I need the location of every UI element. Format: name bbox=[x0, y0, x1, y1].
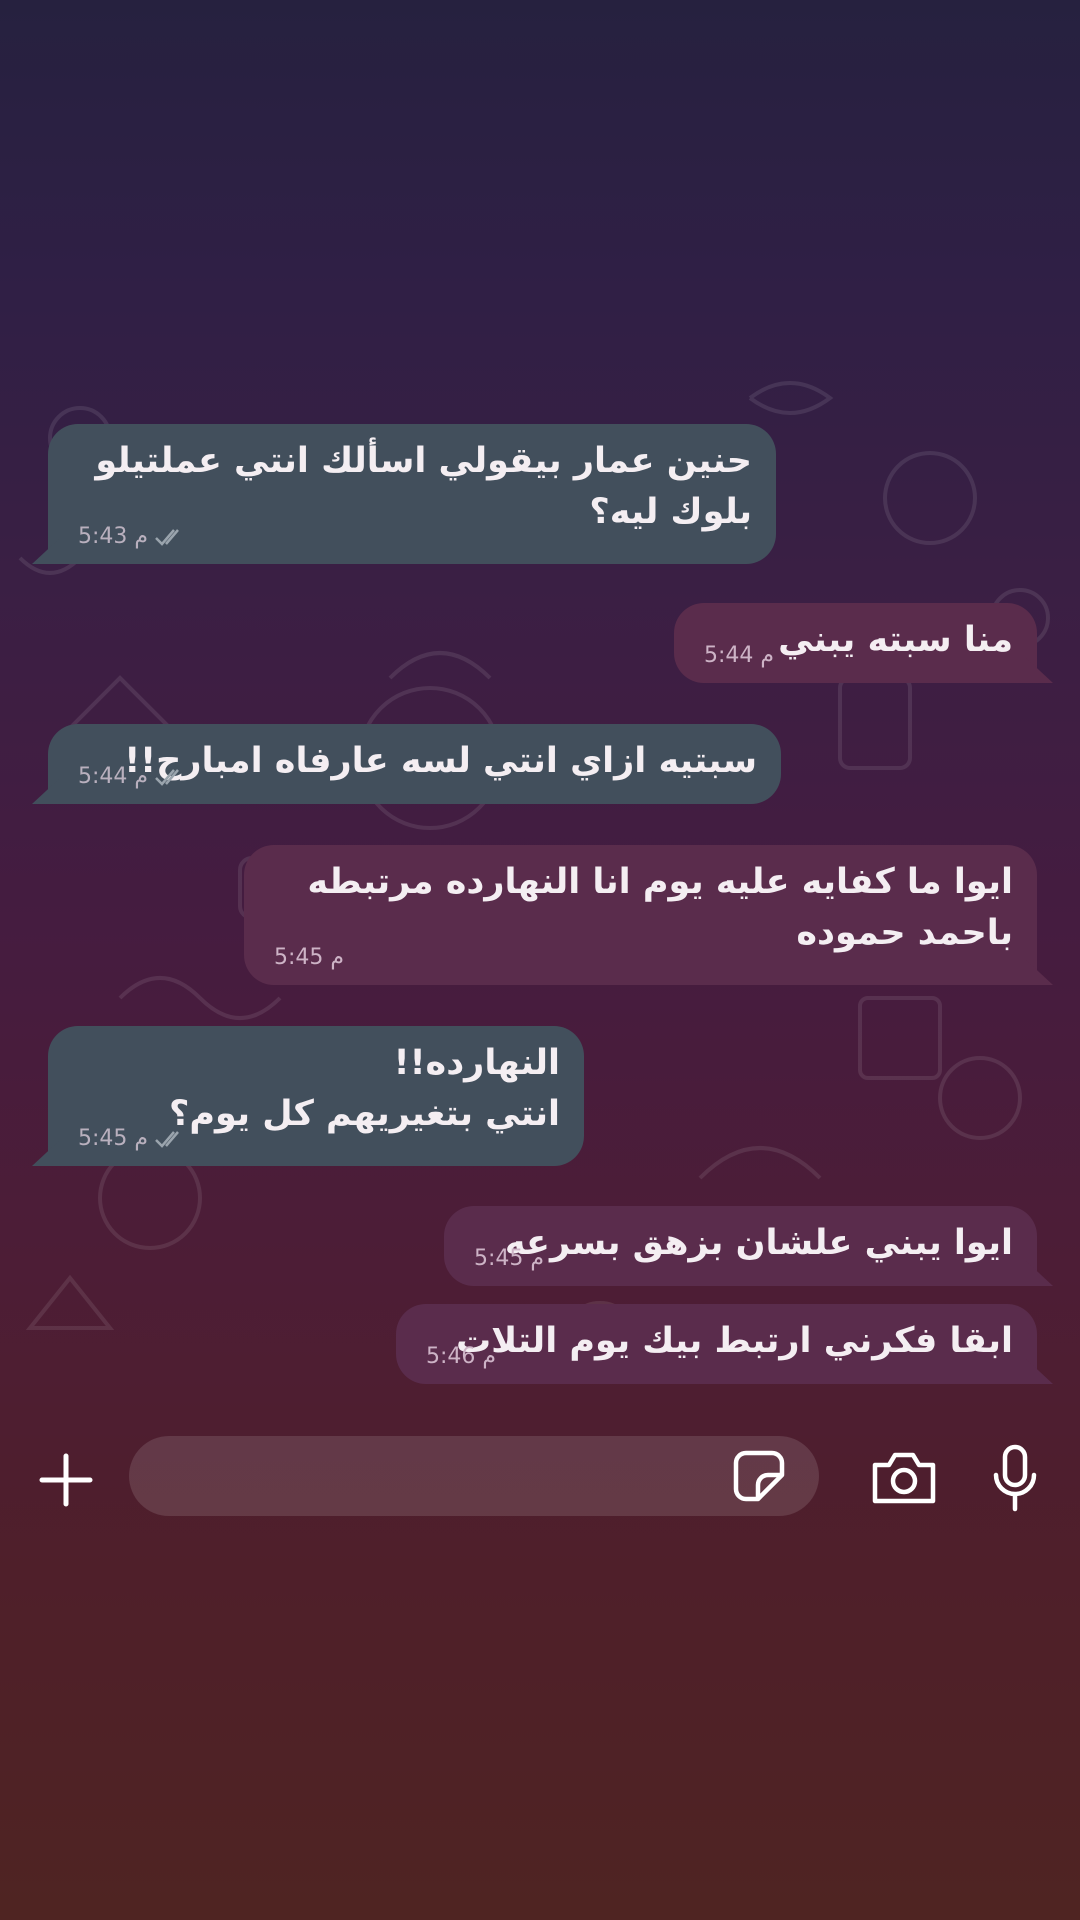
camera-button[interactable] bbox=[866, 1442, 942, 1514]
message-meta: 5:45 م bbox=[274, 945, 344, 971]
message-text: النهارده!! انتي بتغيريهم كل يوم؟ bbox=[169, 1043, 560, 1134]
plus-icon bbox=[39, 1453, 93, 1507]
message-bubble-outgoing[interactable]: منا سبته يبني 5:44 م bbox=[674, 603, 1037, 683]
message-time: 5:46 م bbox=[426, 1344, 497, 1369]
read-ticks-icon bbox=[155, 1131, 179, 1148]
message-bubble-outgoing[interactable]: ابقا فكرني ارتبط بيك يوم التلات 5:46 م bbox=[396, 1304, 1037, 1384]
message-time: 5:44 م bbox=[704, 643, 775, 668]
message-time: 5:45 م bbox=[474, 1246, 545, 1271]
message-input[interactable] bbox=[129, 1436, 819, 1516]
message-meta: 5:44 م bbox=[704, 643, 774, 669]
message-meta: 5:44 م bbox=[78, 764, 188, 790]
attach-button[interactable] bbox=[30, 1444, 102, 1516]
sticker-button[interactable] bbox=[729, 1448, 789, 1504]
read-ticks-icon bbox=[155, 769, 179, 786]
read-ticks-icon bbox=[155, 529, 179, 546]
sticker-icon bbox=[733, 1450, 785, 1502]
message-time: 5:44 م bbox=[78, 764, 149, 789]
message-meta: 5:46 م bbox=[426, 1344, 496, 1370]
message-text: منا سبته يبني bbox=[778, 620, 1013, 660]
message-time: 5:45 م bbox=[274, 945, 345, 970]
message-text: سبتيه ازاي انتي لسه عارفاه امبارح!! bbox=[124, 741, 757, 781]
message-time: 5:45 م bbox=[78, 1126, 149, 1151]
message-bubble-incoming[interactable]: حنين عمار بيقولي اسألك انتي عملتيلو بلوك… bbox=[48, 424, 776, 564]
message-text: ايوا يبني علشان بزهق بسرعه bbox=[504, 1223, 1013, 1263]
microphone-icon bbox=[993, 1444, 1037, 1512]
message-meta: 5:45 م bbox=[474, 1246, 544, 1272]
message-meta: 5:43 م bbox=[78, 524, 188, 550]
message-bubble-outgoing[interactable]: ايوا ما كفايه عليه يوم انا النهارده مرتب… bbox=[244, 845, 1037, 985]
composer-bar bbox=[0, 1436, 1080, 1520]
message-bubble-incoming[interactable]: النهارده!! انتي بتغيريهم كل يوم؟ 5:45 م bbox=[48, 1026, 584, 1166]
message-text: ايوا ما كفايه عليه يوم انا النهارده مرتب… bbox=[295, 862, 1013, 953]
voice-record-button[interactable] bbox=[980, 1440, 1050, 1516]
message-time: 5:43 م bbox=[78, 524, 149, 549]
message-bubble-incoming[interactable]: سبتيه ازاي انتي لسه عارفاه امبارح!! 5:44… bbox=[48, 724, 781, 804]
camera-icon bbox=[872, 1452, 936, 1504]
chat-area[interactable]: حنين عمار بيقولي اسألك انتي عملتيلو بلوك… bbox=[0, 378, 1080, 1408]
message-meta: 5:45 م bbox=[78, 1126, 188, 1152]
message-text: ابقا فكرني ارتبط بيك يوم التلات bbox=[456, 1321, 1013, 1361]
message-bubble-outgoing[interactable]: ايوا يبني علشان بزهق بسرعه 5:45 م bbox=[444, 1206, 1037, 1286]
message-text: حنين عمار بيقولي اسألك انتي عملتيلو بلوك… bbox=[83, 441, 752, 532]
